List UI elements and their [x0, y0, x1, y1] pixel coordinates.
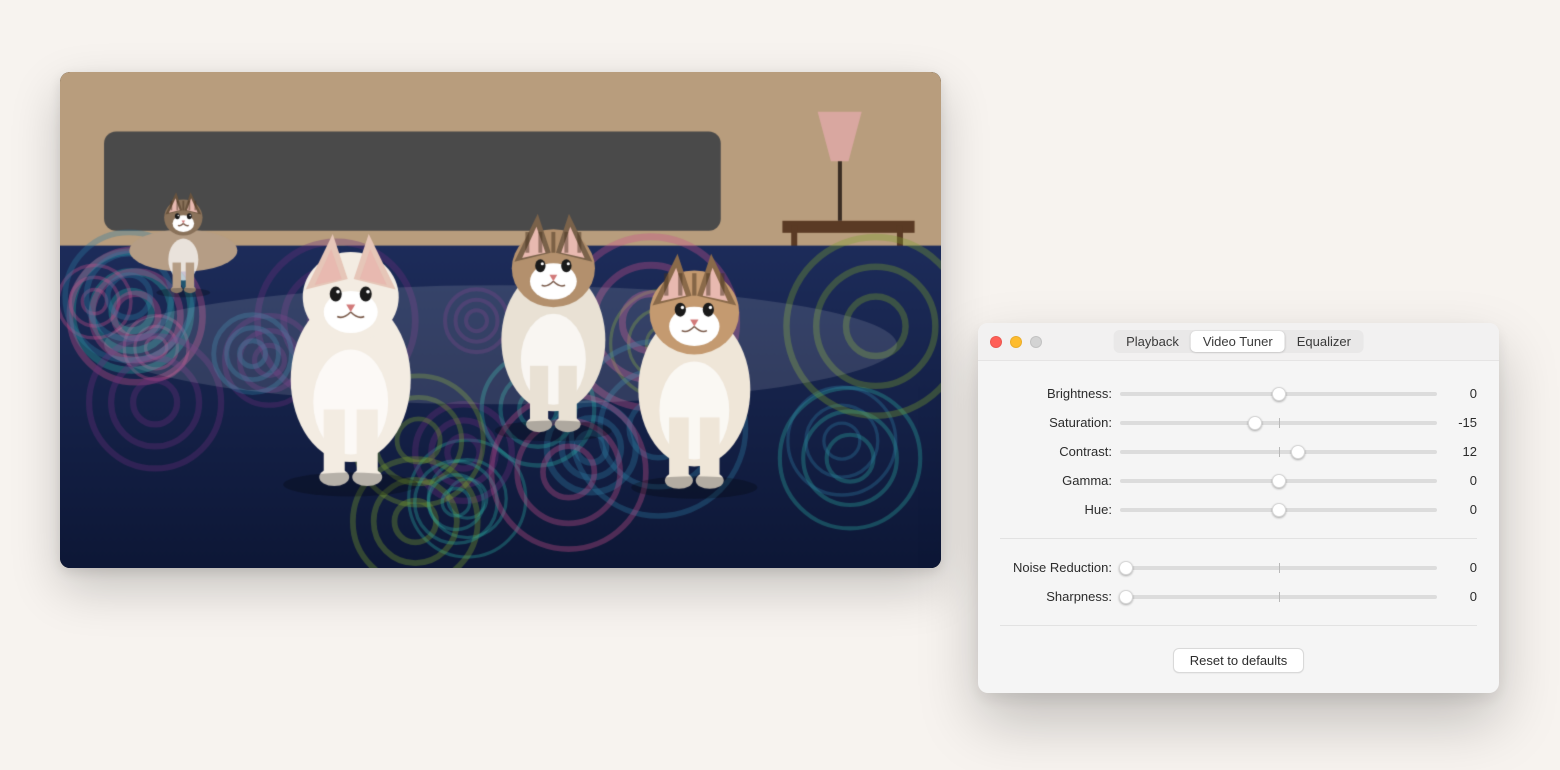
tab-bar: PlaybackVideo TunerEqualizer	[1113, 330, 1364, 353]
slider-value: -15	[1437, 415, 1477, 430]
slider-center-tick	[1279, 447, 1280, 457]
slider-center-tick	[1279, 563, 1280, 573]
divider	[1000, 538, 1477, 539]
slider-thumb[interactable]	[1248, 416, 1262, 430]
slider-row-brightness: Brightness: 0	[1000, 379, 1477, 408]
slider-row-sharpness: Sharpness: 0	[1000, 582, 1477, 611]
slider-row-noise-reduction: Noise Reduction: 0	[1000, 553, 1477, 582]
slider-contrast[interactable]	[1120, 444, 1437, 460]
slider-thumb[interactable]	[1291, 445, 1305, 459]
slider-row-contrast: Contrast: 12	[1000, 437, 1477, 466]
slider-row-gamma: Gamma: 0	[1000, 466, 1477, 495]
slider-sharpness[interactable]	[1120, 589, 1437, 605]
slider-thumb[interactable]	[1119, 590, 1133, 604]
slider-row-hue: Hue: 0	[1000, 495, 1477, 524]
slider-thumb[interactable]	[1119, 561, 1133, 575]
slider-saturation[interactable]	[1120, 415, 1437, 431]
slider-thumb[interactable]	[1272, 474, 1286, 488]
divider	[1000, 625, 1477, 626]
video-player-window[interactable]	[60, 72, 941, 568]
slider-value: 0	[1437, 589, 1477, 604]
slider-value: 0	[1437, 473, 1477, 488]
slider-center-tick	[1279, 418, 1280, 428]
reset-row: Reset to defaults	[1000, 640, 1477, 673]
slider-thumb[interactable]	[1272, 503, 1286, 517]
video-frame	[60, 72, 941, 568]
video-tuner-window: PlaybackVideo TunerEqualizer Brightness:…	[978, 323, 1499, 693]
slider-value: 0	[1437, 560, 1477, 575]
tuner-panel-body: Brightness: 0 Saturation: -15 Contrast: 12 Gam…	[978, 361, 1499, 693]
tab-playback[interactable]: Playback	[1114, 331, 1191, 352]
maximize-icon[interactable]	[1030, 336, 1042, 348]
slider-label: Gamma:	[1000, 473, 1120, 488]
tab-video-tuner[interactable]: Video Tuner	[1191, 331, 1285, 352]
slider-label: Sharpness:	[1000, 589, 1120, 604]
window-controls	[990, 336, 1042, 348]
reset-to-defaults-button[interactable]: Reset to defaults	[1173, 648, 1305, 673]
slider-value: 12	[1437, 444, 1477, 459]
slider-thumb[interactable]	[1272, 387, 1286, 401]
minimize-icon[interactable]	[1010, 336, 1022, 348]
slider-value: 0	[1437, 502, 1477, 517]
slider-label: Contrast:	[1000, 444, 1120, 459]
close-icon[interactable]	[990, 336, 1002, 348]
slider-label: Saturation:	[1000, 415, 1120, 430]
slider-noise-reduction[interactable]	[1120, 560, 1437, 576]
slider-label: Brightness:	[1000, 386, 1120, 401]
slider-hue[interactable]	[1120, 502, 1437, 518]
slider-center-tick	[1279, 592, 1280, 602]
slider-value: 0	[1437, 386, 1477, 401]
tab-equalizer[interactable]: Equalizer	[1285, 331, 1363, 352]
slider-label: Hue:	[1000, 502, 1120, 517]
slider-label: Noise Reduction:	[1000, 560, 1120, 575]
slider-gamma[interactable]	[1120, 473, 1437, 489]
titlebar: PlaybackVideo TunerEqualizer	[978, 323, 1499, 361]
slider-row-saturation: Saturation: -15	[1000, 408, 1477, 437]
slider-brightness[interactable]	[1120, 386, 1437, 402]
